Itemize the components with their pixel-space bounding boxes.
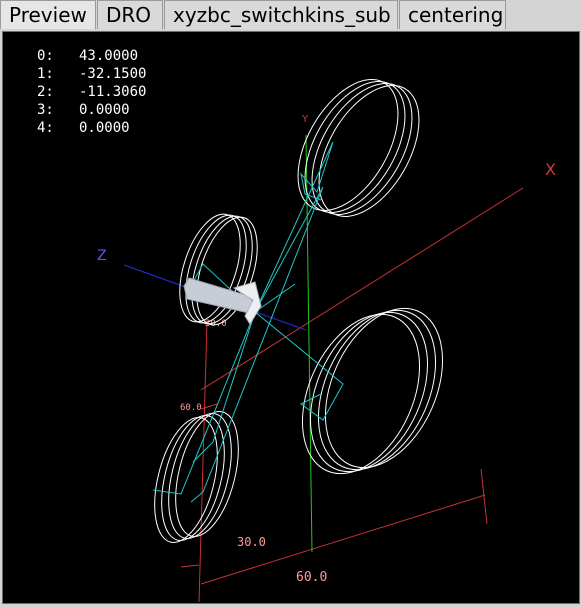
envelope-dim-tick-left	[180, 564, 200, 568]
tab-preview[interactable]: Preview	[0, 0, 96, 29]
tool-marker	[183, 277, 262, 325]
work-envelope	[180, 187, 524, 603]
x-axis-label: X	[545, 160, 556, 179]
dro-index-1: 1:	[37, 66, 54, 82]
wheel-bottom-right	[301, 307, 444, 475]
dim-label-60-small: 60.0	[180, 403, 202, 413]
envelope-vertical	[198, 321, 208, 603]
preview-canvas[interactable]: 0: 43.0000 1: -32.1500 2: -11.3060 3: 0.…	[3, 32, 579, 603]
dro-value-1: -32.1500	[79, 66, 146, 82]
dro-readout: 0: 43.0000 1: -32.1500 2: -11.3060 3: 0.…	[37, 48, 146, 136]
dro-value-3: 0.0000	[79, 102, 130, 118]
dro-value-4: 0.0000	[79, 120, 130, 136]
wheel-bottom-left	[154, 411, 239, 543]
envelope-dim-tick-right	[480, 468, 488, 525]
dro-index-2: 2:	[37, 84, 54, 100]
dim-label-30-large: 30.0	[237, 535, 266, 549]
z-axis-label: Z	[97, 248, 107, 264]
envelope-tick-mid	[200, 403, 218, 410]
tab-bar: Preview DRO xyzbc_switchkins_sub centeri…	[0, 0, 582, 30]
tab-xyzbc-switchkins-sub[interactable]: xyzbc_switchkins_sub	[164, 0, 398, 29]
dro-value-2: -11.3060	[79, 84, 146, 100]
dim-label-60-large: 60.0	[296, 570, 327, 585]
y-axis-label: Y	[301, 114, 309, 125]
dro-value-0: 43.0000	[79, 48, 138, 64]
dro-index-3: 3:	[37, 102, 54, 118]
dro-index-0: 0:	[37, 48, 54, 64]
tab-dro[interactable]: DRO	[97, 0, 163, 29]
dro-index-4: 4:	[37, 120, 54, 136]
tab-centering[interactable]: centering	[399, 0, 506, 29]
preview-viewport[interactable]: 0: 43.0000 1: -32.1500 2: -11.3060 3: 0.…	[2, 31, 580, 604]
wheel-top-right	[297, 79, 420, 217]
